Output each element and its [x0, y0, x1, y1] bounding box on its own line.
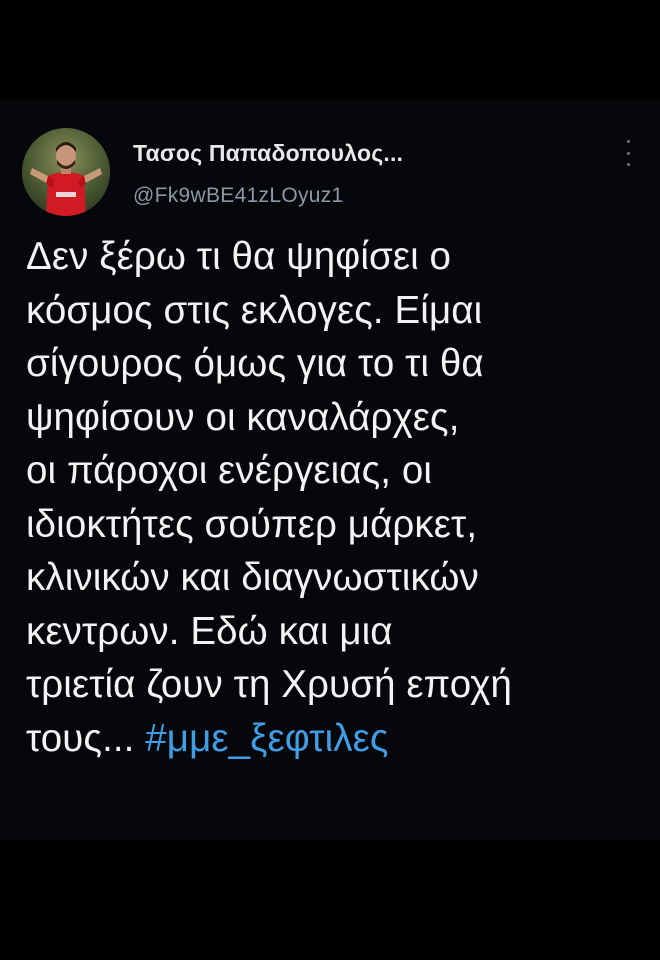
avatar[interactable] [22, 128, 110, 216]
tweet-text-line: Δεν ξέρω τι θα ψηφίσει ο [26, 235, 452, 278]
tweet-text-line: τριετία ζουν τη Χρυσή εποχή [26, 663, 513, 706]
dot-icon [626, 163, 630, 166]
dot-icon [626, 140, 630, 143]
tweet-text-last-line: τους... #μμε_ξεφτιλες [26, 712, 646, 766]
author-handle[interactable]: @Fk9wBE41zLOyuz1 [133, 184, 344, 208]
tweet-text-line: ιδιοκτήτες σούπερ μάρκετ, [26, 502, 478, 546]
tweet-text-line: κόσμος στις εκλογες. Είμαι [26, 288, 483, 332]
tweet-text-tail: τους... [26, 716, 146, 760]
more-options-icon[interactable] [624, 140, 632, 166]
tweet-text: Δεν ξέρω τι θα ψηφίσει ο κόσμος στις εκλ… [26, 230, 646, 765]
author-name[interactable]: Τασος Παπαδοπουλος... [133, 140, 403, 167]
profile-photo-icon [22, 128, 110, 216]
tweet-text-line: ψηφίσουν οι καναλάρχες, [26, 395, 460, 439]
tweet-text-line: κεντρων. Εδώ και μια [26, 609, 393, 653]
hashtag-link[interactable]: #μμε_ξεφτιλες [145, 717, 388, 760]
tweet-text-line: σίγουρος όμως για το τι θα [26, 342, 484, 385]
tweet-text-line: κλινικών και διαγνωστικών [26, 556, 479, 599]
tweet-text-line: οι πάροχοι ενέργειας, οι [26, 449, 433, 492]
tweet-card[interactable]: Τασος Παπαδοπουλος... @Fk9wBE41zLOyuz1 Δ… [0, 100, 660, 840]
dot-icon [626, 151, 630, 155]
